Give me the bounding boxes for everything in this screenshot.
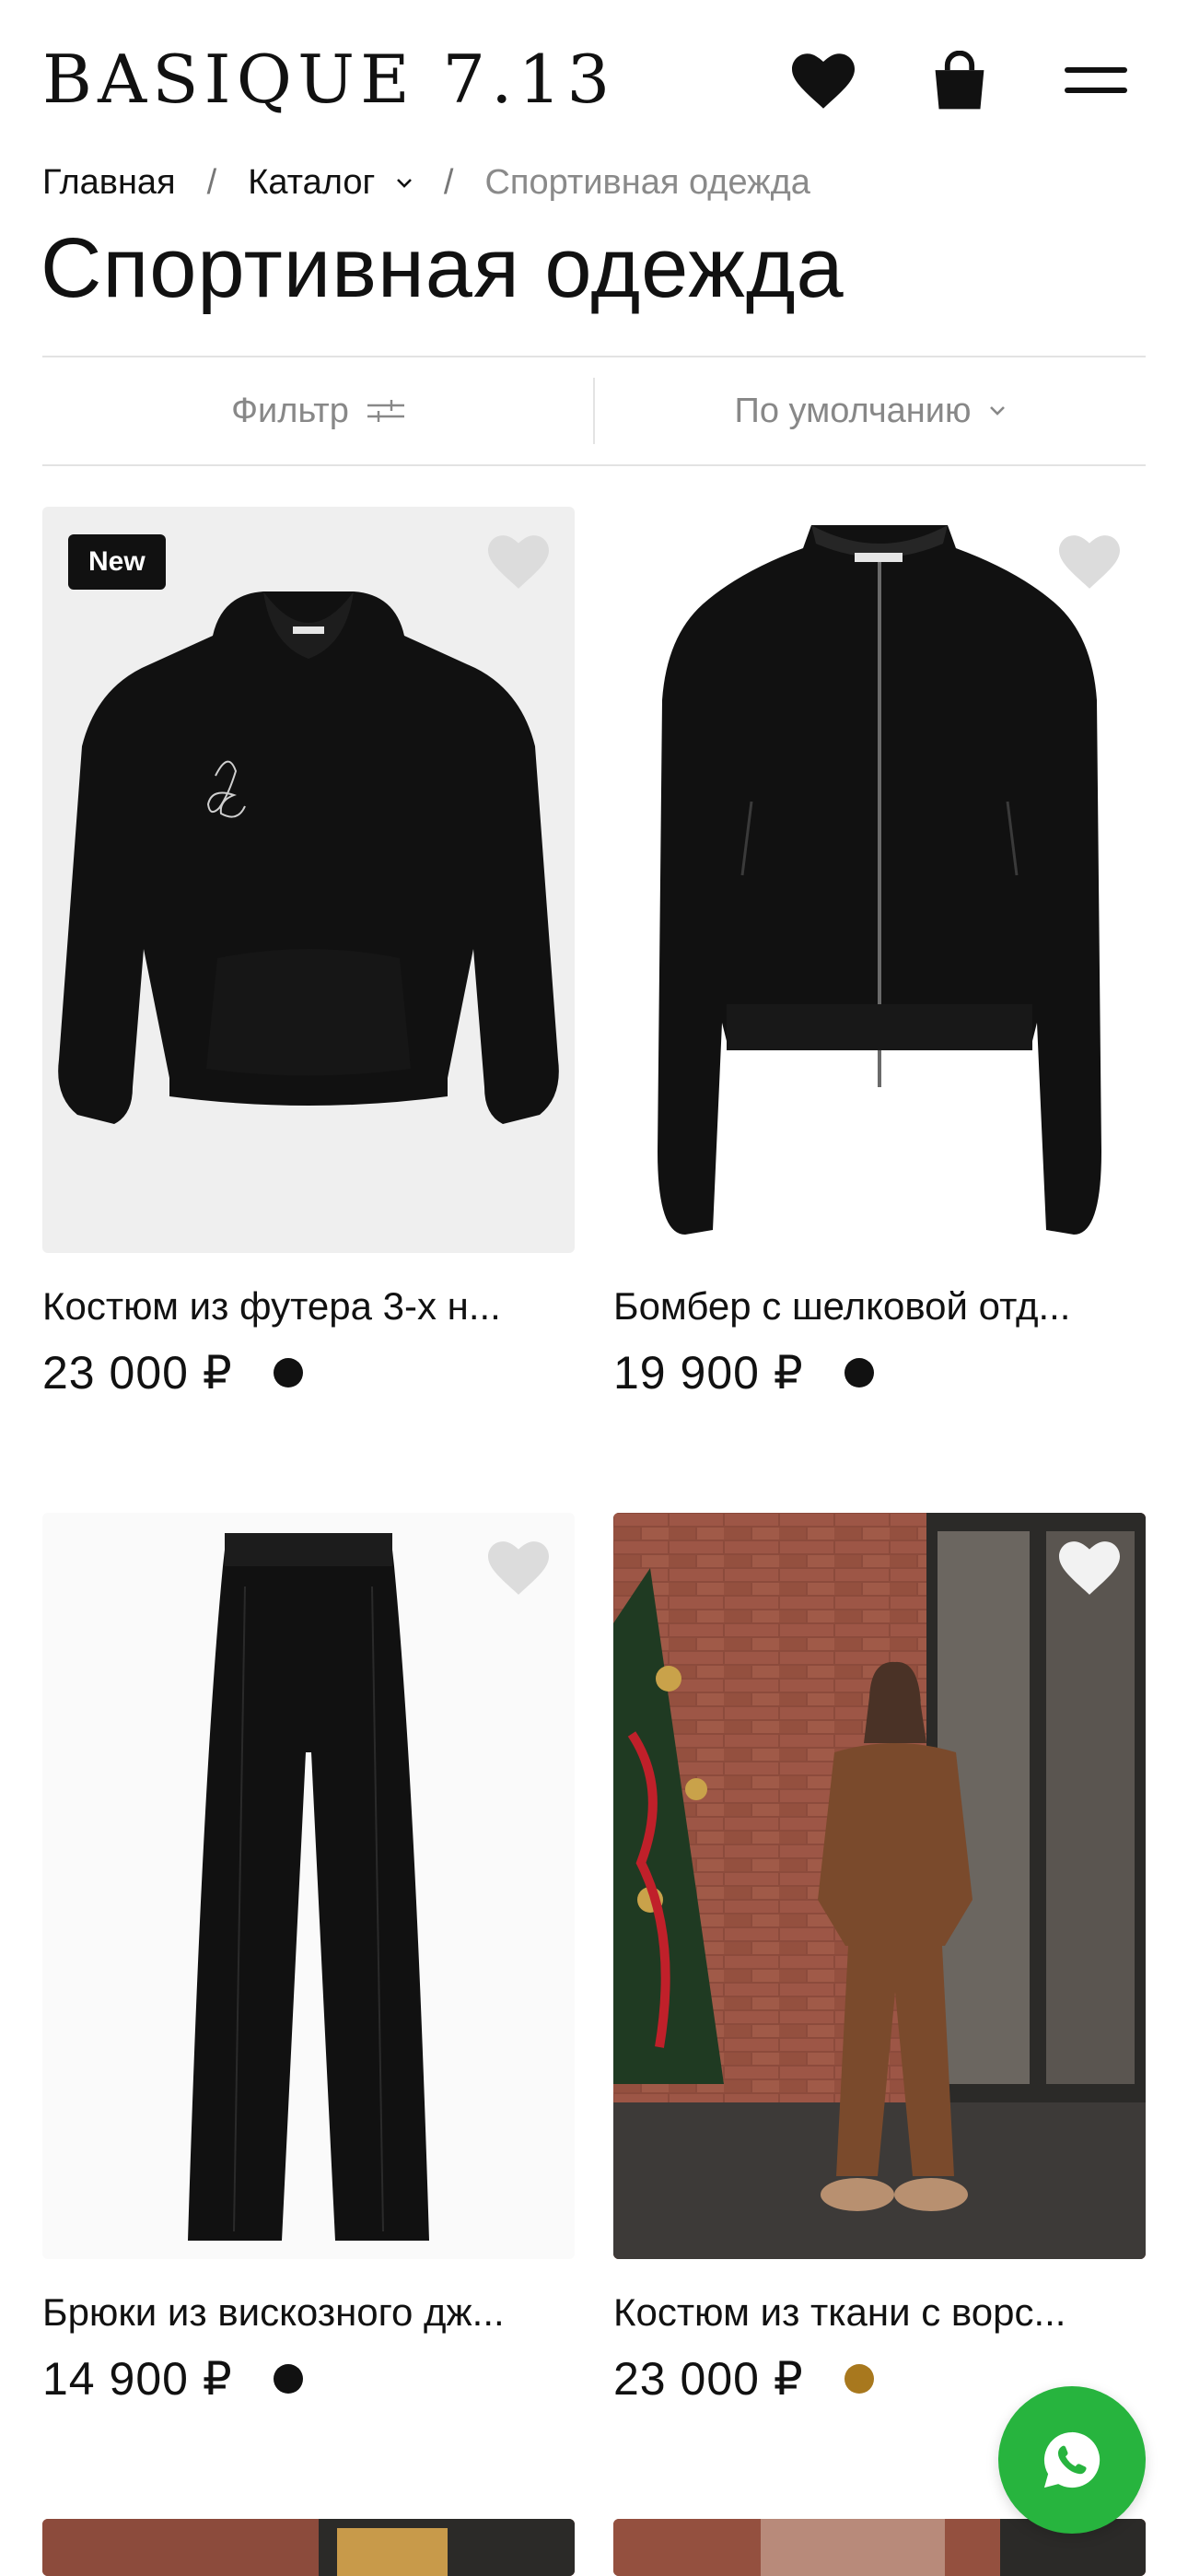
product-image[interactable] xyxy=(42,1513,575,2259)
bag-icon xyxy=(935,51,984,110)
product-card[interactable]: Бомбер с шелковой отд... 19 900 ₽ xyxy=(613,507,1146,1400)
breadcrumb: Главная / Каталог / Спортивная одежда xyxy=(42,158,810,206)
breadcrumb-catalog-label: Каталог xyxy=(248,162,376,202)
breadcrumb-catalog[interactable]: Каталог xyxy=(248,163,413,203)
product-price: 23 000 ₽ xyxy=(613,2353,804,2405)
price-row: 23 000 ₽ xyxy=(42,1345,575,1400)
whatsapp-icon xyxy=(1043,2431,1101,2488)
hamburger-icon xyxy=(1065,67,1127,93)
cart-button[interactable] xyxy=(925,46,995,116)
heart-icon[interactable] xyxy=(488,534,549,590)
product-card[interactable] xyxy=(42,2519,575,2576)
heart-icon[interactable] xyxy=(488,1540,549,1596)
product-image[interactable] xyxy=(613,1513,1146,2259)
sort-label: По умолчанию xyxy=(734,391,972,430)
product-name[interactable]: Костюм из ткани с ворс... xyxy=(613,2287,1146,2338)
site-header: BASIQUE 7.13 xyxy=(0,0,1188,157)
chevron-down-icon xyxy=(396,179,412,189)
product-price: 23 000 ₽ xyxy=(42,1347,233,1399)
black-trousers-image xyxy=(188,1533,429,2241)
whatsapp-chat-button[interactable] xyxy=(998,2386,1146,2534)
color-swatch[interactable] xyxy=(844,2364,874,2394)
chevron-down-icon xyxy=(989,405,1006,416)
price-row: 19 900 ₽ xyxy=(613,1345,1146,1400)
filter-label: Фильтр xyxy=(231,391,349,430)
page-title: Спортивная одежда xyxy=(41,221,844,315)
product-price: 14 900 ₽ xyxy=(42,2353,233,2405)
product-photo-image xyxy=(42,2519,575,2576)
logo[interactable]: BASIQUE 7.13 xyxy=(42,41,615,118)
product-image[interactable] xyxy=(42,2519,575,2576)
filter-button[interactable]: Фильтр xyxy=(42,357,593,464)
favorites-button[interactable] xyxy=(788,46,858,116)
color-swatch[interactable] xyxy=(844,1358,874,1388)
product-price: 19 900 ₽ xyxy=(613,1347,804,1399)
brown-suit-photo-image xyxy=(613,1513,1146,2259)
product-card[interactable]: Костюм из ткани с ворс... 23 000 ₽ xyxy=(613,1513,1146,2406)
product-name[interactable]: Костюм из футера 3-х н... xyxy=(42,1281,575,1332)
product-name[interactable]: Брюки из вискозного дж... xyxy=(42,2287,575,2338)
breadcrumb-separator: / xyxy=(443,162,454,202)
color-swatch[interactable] xyxy=(273,1358,303,1388)
sort-dropdown[interactable]: По умолчанию xyxy=(595,357,1146,464)
color-swatch[interactable] xyxy=(273,2364,303,2394)
product-image[interactable] xyxy=(613,507,1146,1253)
breadcrumb-separator: / xyxy=(206,162,217,202)
new-badge: New xyxy=(68,534,166,590)
heart-icon[interactable] xyxy=(1059,534,1120,590)
black-hoodie-image xyxy=(58,591,559,1124)
product-image[interactable]: New xyxy=(42,507,575,1253)
price-row: 14 900 ₽ xyxy=(42,2351,575,2406)
sliders-icon xyxy=(367,397,404,425)
breadcrumb-current: Спортивная одежда xyxy=(484,162,810,202)
breadcrumb-home[interactable]: Главная xyxy=(42,163,176,203)
menu-button[interactable] xyxy=(1061,46,1131,116)
black-bomber-image xyxy=(658,525,1101,1235)
product-name[interactable]: Бомбер с шелковой отд... xyxy=(613,1281,1146,1332)
heart-icon xyxy=(792,53,855,109)
filter-bar: Фильтр По умолчанию xyxy=(42,356,1146,466)
product-card[interactable]: New Костюм из футера 3-х н... 23 000 ₽ xyxy=(42,507,575,1400)
product-card[interactable]: Брюки из вискозного дж... 14 900 ₽ xyxy=(42,1513,575,2406)
heart-icon[interactable] xyxy=(1059,1540,1120,1596)
